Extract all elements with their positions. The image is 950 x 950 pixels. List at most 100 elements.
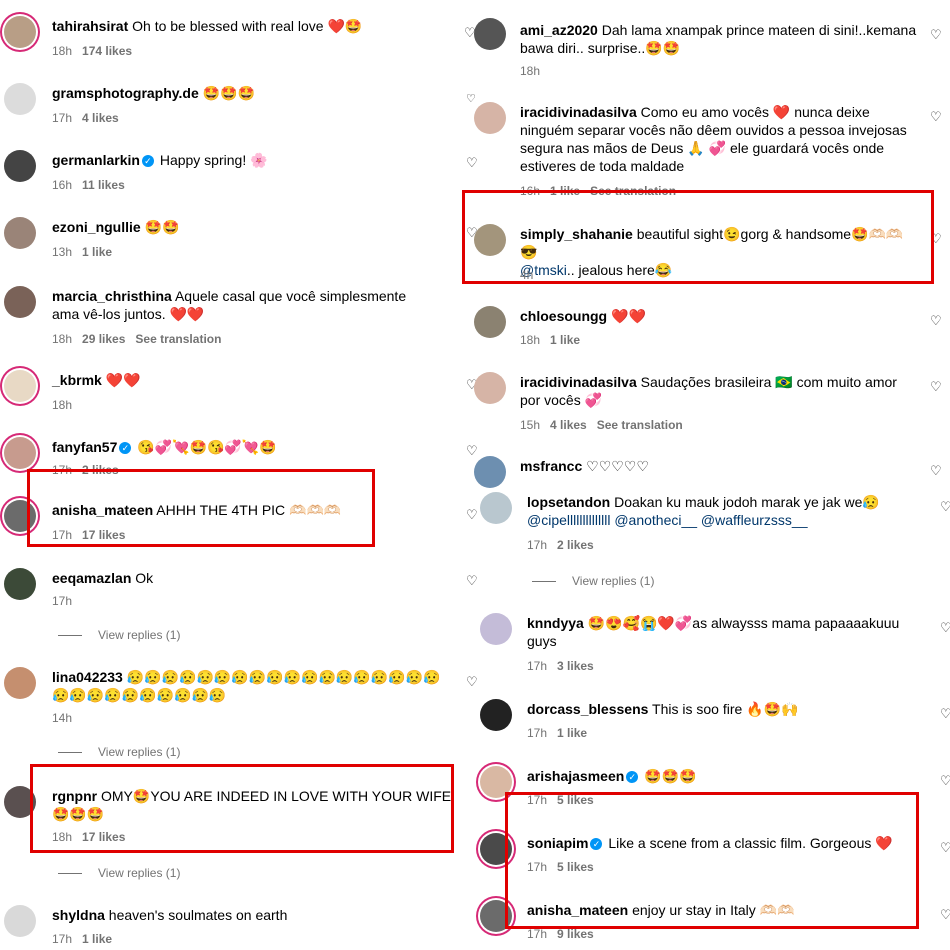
- avatar[interactable]: [4, 667, 36, 699]
- highlight-box: [30, 764, 454, 853]
- avatar[interactable]: [474, 306, 506, 338]
- username[interactable]: arishajasmeen: [527, 768, 624, 784]
- avatar[interactable]: [4, 16, 36, 48]
- username[interactable]: shyldna: [52, 907, 105, 923]
- avatar[interactable]: [480, 492, 512, 524]
- timestamp: 18h: [52, 44, 73, 58]
- timestamp: 18h: [520, 333, 541, 347]
- comment-text: 🤩🤩🤩: [644, 768, 697, 784]
- view-replies-button[interactable]: View replies (1): [58, 745, 180, 759]
- like-count[interactable]: 11 likes: [82, 178, 125, 192]
- avatar[interactable]: [480, 699, 512, 731]
- like-button[interactable]: ♡: [930, 28, 944, 42]
- heart-outline-icon[interactable]: ♡: [466, 444, 480, 458]
- view-replies-button[interactable]: View replies (1): [58, 628, 180, 642]
- username[interactable]: fanyfan57: [52, 439, 117, 455]
- like-button[interactable]: ♡: [940, 908, 950, 922]
- like-button[interactable]: ♡: [930, 110, 944, 124]
- avatar[interactable]: [474, 372, 506, 404]
- like-count[interactable]: 2 likes: [557, 538, 594, 552]
- username[interactable]: lina042233: [52, 669, 123, 685]
- heart-outline-icon[interactable]: ♡: [466, 92, 476, 105]
- mention-link[interactable]: @cipellllllllllllll @anotheci__ @waffleu…: [527, 512, 808, 528]
- avatar[interactable]: [474, 102, 506, 134]
- like-count[interactable]: 174 likes: [82, 44, 132, 58]
- heart-outline-icon[interactable]: ♡: [466, 574, 480, 588]
- like-button[interactable]: ♡: [930, 314, 944, 328]
- see-translation-link[interactable]: See translation: [135, 332, 221, 346]
- like-button[interactable]: ♡: [940, 841, 950, 855]
- heart-outline-icon[interactable]: ♡: [466, 675, 480, 689]
- comment-text: This is soo fire 🔥🤩🙌: [652, 701, 799, 717]
- avatar[interactable]: [474, 456, 506, 488]
- like-count[interactable]: 1 like: [82, 932, 112, 946]
- like-button[interactable]: ♡: [940, 774, 950, 788]
- like-count[interactable]: 9 likes: [557, 927, 594, 941]
- avatar[interactable]: [4, 286, 36, 318]
- username[interactable]: gramsphotography.de: [52, 85, 199, 101]
- username[interactable]: germanlarkin: [52, 152, 140, 168]
- like-count[interactable]: 3 likes: [557, 659, 594, 673]
- timestamp: 13h: [52, 245, 73, 259]
- view-replies-button[interactable]: View replies (1): [58, 866, 180, 880]
- comment-text: 🤩🤩: [144, 219, 180, 235]
- like-count[interactable]: 1 like: [82, 245, 112, 259]
- like-count[interactable]: 29 likes: [82, 332, 125, 346]
- like-count[interactable]: 4 likes: [550, 418, 587, 432]
- timestamp: 17h: [52, 932, 73, 946]
- comment-text: 😘💞💘🤩😘💞💘🤩: [137, 439, 277, 455]
- username[interactable]: ezoni_ngullie: [52, 219, 141, 235]
- username[interactable]: _kbrmk: [52, 372, 102, 388]
- username[interactable]: knndyya: [527, 615, 584, 631]
- avatar[interactable]: [4, 83, 36, 115]
- comment-text: Happy spring! 🌸: [159, 152, 268, 168]
- username[interactable]: iracidivinadasilva: [520, 104, 637, 120]
- avatar[interactable]: [4, 370, 36, 402]
- avatar[interactable]: [4, 150, 36, 182]
- username[interactable]: dorcass_blessens: [527, 701, 648, 717]
- heart-outline-icon[interactable]: ♡: [466, 156, 480, 170]
- highlight-box: [27, 469, 375, 547]
- timestamp: 16h: [52, 178, 73, 192]
- verified-badge-icon: ✓: [626, 771, 639, 784]
- username[interactable]: eeqamazlan: [52, 570, 131, 586]
- avatar[interactable]: [4, 905, 36, 937]
- timestamp: 15h: [520, 418, 541, 432]
- username[interactable]: marcia_christhina: [52, 288, 172, 304]
- avatar[interactable]: [4, 217, 36, 249]
- timestamp: 14h: [52, 711, 73, 725]
- like-button[interactable]: ♡: [940, 500, 950, 514]
- view-replies-button[interactable]: View replies (1): [532, 574, 654, 588]
- see-translation-link[interactable]: See translation: [597, 418, 683, 432]
- avatar[interactable]: [480, 613, 512, 645]
- comment-text: ❤️❤️: [611, 308, 646, 324]
- comment-text: ❤️❤️: [105, 372, 141, 388]
- username[interactable]: iracidivinadasilva: [520, 374, 637, 390]
- like-button[interactable]: ♡: [930, 464, 944, 478]
- comment-text: Doakan ku mauk jodoh marak ye jak we😥: [614, 494, 880, 510]
- heart-outline-icon[interactable]: ♡: [466, 508, 480, 522]
- timestamp: 17h: [52, 594, 73, 608]
- avatar[interactable]: [4, 437, 36, 469]
- avatar[interactable]: [474, 18, 506, 50]
- comment-text: Oh to be blessed with real love ❤️🤩: [132, 18, 363, 34]
- like-count[interactable]: 4 likes: [82, 111, 119, 125]
- username[interactable]: chloesoungg: [520, 308, 607, 324]
- comment-text: Ok: [135, 570, 154, 586]
- like-button[interactable]: ♡: [930, 380, 944, 394]
- timestamp: 17h: [52, 111, 73, 125]
- like-button[interactable]: ♡: [940, 621, 950, 635]
- username[interactable]: msfrancc: [520, 458, 582, 474]
- avatar[interactable]: [4, 568, 36, 600]
- highlight-box: [462, 190, 934, 284]
- comment-text: ♡♡♡♡♡: [586, 458, 649, 474]
- like-count[interactable]: 1 like: [550, 333, 580, 347]
- username[interactable]: ami_az2020: [520, 22, 598, 38]
- timestamp: 17h: [527, 927, 548, 941]
- timestamp: 18h: [52, 398, 73, 412]
- verified-badge-icon: ✓: [119, 442, 132, 455]
- username[interactable]: tahirahsirat: [52, 18, 128, 34]
- username[interactable]: lopsetandon: [527, 494, 610, 510]
- like-count[interactable]: 1 like: [557, 726, 587, 740]
- like-button[interactable]: ♡: [940, 707, 950, 721]
